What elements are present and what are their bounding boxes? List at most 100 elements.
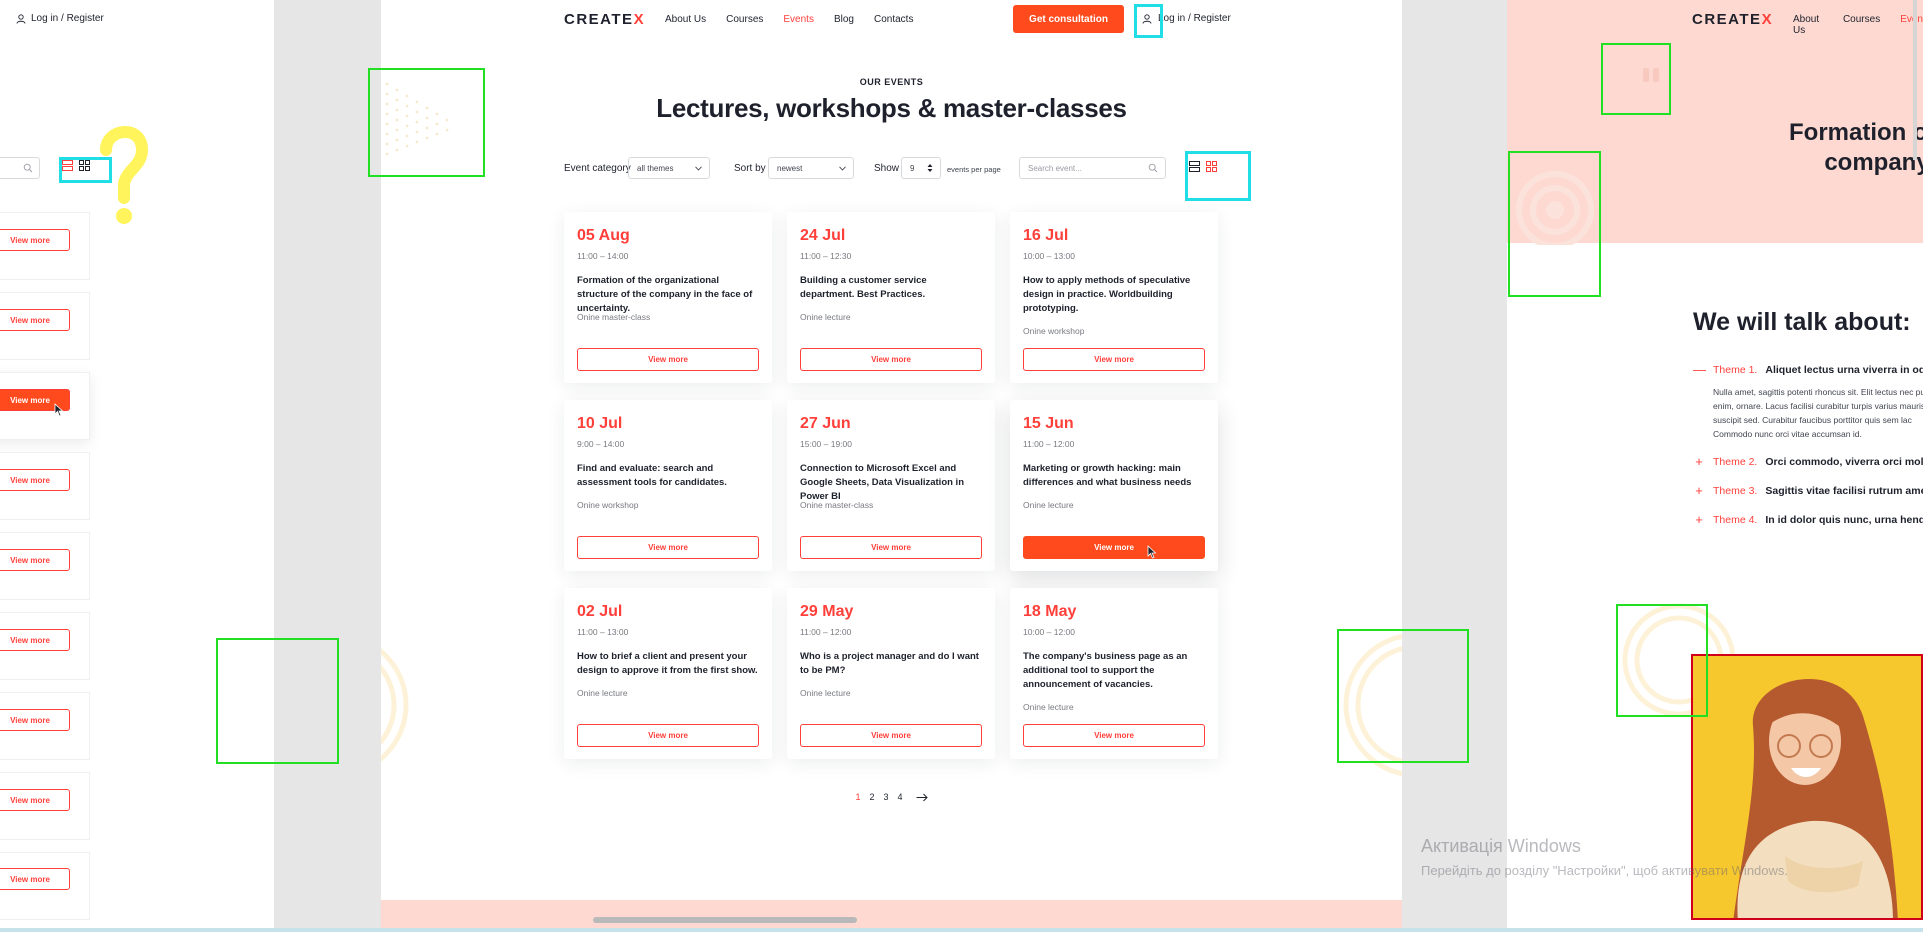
nav-courses[interactable]: Courses	[1843, 14, 1880, 36]
grid-view-icon[interactable]	[79, 160, 90, 171]
event-title: The company's business page as an additi…	[1023, 651, 1188, 690]
event-date: 16 Jul	[1023, 227, 1069, 244]
page-link[interactable]: 3	[884, 792, 889, 802]
left-gutter	[274, 0, 381, 932]
nav-events[interactable]: Even	[1900, 14, 1923, 36]
nav-courses[interactable]: Courses	[726, 14, 763, 25]
site-logo[interactable]: CREATEX	[1692, 11, 1773, 28]
left-preview-panel: Log in / Register View more View more Vi…	[0, 0, 274, 932]
page-title: Lectures, workshops & master-classes	[656, 93, 1127, 123]
theme-accordion-item[interactable]: + Theme 3. Sagittis vitae facilisi rutru…	[1693, 483, 1923, 498]
sort-select[interactable]: newest	[768, 157, 854, 179]
circle-decoration	[381, 648, 409, 762]
view-more-button[interactable]: View more	[1023, 348, 1205, 371]
event-card: 02 Jul 11:00 – 13:00 How to brief a clie…	[564, 588, 772, 759]
get-consultation-button[interactable]: Get consultation	[1013, 5, 1124, 33]
login-label: Log in / Register	[1158, 13, 1231, 24]
list-view-icon[interactable]	[62, 160, 73, 171]
category-select-value: all themes	[637, 164, 674, 173]
theme-number: Theme 4.	[1713, 513, 1758, 526]
left-view-more-button[interactable]: View more	[0, 868, 70, 890]
horizontal-scrollbar[interactable]	[593, 917, 857, 923]
right-preview-panel: CREATEX About Us Courses Even Formation …	[1507, 0, 1923, 932]
user-icon	[1142, 13, 1152, 24]
theme-title: Aliquet lectus urna viverra in odio	[1765, 363, 1923, 376]
event-type: Onine master-class	[577, 312, 651, 322]
login-link[interactable]: Log in / Register	[1142, 13, 1231, 24]
event-date: 27 Jun	[800, 415, 851, 432]
stepper-arrows-icon[interactable]	[927, 163, 933, 173]
show-filter-label: Show	[874, 163, 900, 174]
event-card: 05 Aug 11:00 – 14:00 Formation of the or…	[564, 212, 772, 383]
event-card: 18 May 10:00 – 12:00 The company's busin…	[1010, 588, 1218, 759]
theme-accordion-item[interactable]: + Theme 4. In id dolor quis nunc, urna h…	[1693, 512, 1923, 527]
event-card: 16 Jul 10:00 – 13:00 How to apply method…	[1010, 212, 1218, 383]
chevron-down-icon	[839, 166, 846, 171]
event-card: 29 May 11:00 – 12:00 Who is a project ma…	[787, 588, 995, 759]
user-icon	[16, 13, 26, 24]
nav-contacts[interactable]: Contacts	[874, 14, 913, 25]
view-toggle	[1189, 161, 1217, 172]
view-more-button[interactable]: View more	[1023, 724, 1205, 747]
event-date: 10 Jul	[577, 415, 623, 432]
event-time: 15:00 – 19:00	[800, 439, 852, 449]
page-link[interactable]: 4	[898, 792, 903, 802]
left-view-more-button[interactable]: View more	[0, 709, 70, 731]
left-view-more-button[interactable]: View more	[0, 789, 70, 811]
left-view-more-button[interactable]: View more	[0, 549, 70, 571]
nav-about-us[interactable]: About Us	[665, 14, 706, 25]
event-time: 11:00 – 13:00	[577, 627, 629, 637]
per-page-value: 9	[910, 164, 915, 173]
view-more-button[interactable]: View more	[577, 724, 759, 747]
per-page-stepper[interactable]: 9	[901, 157, 941, 179]
nav-events[interactable]: Events	[783, 14, 814, 25]
events-page: CREATEX About Us Courses Events Blog Con…	[381, 0, 1402, 932]
site-logo[interactable]: CREATEX	[564, 11, 645, 28]
grid-view-icon[interactable]	[1206, 161, 1217, 172]
theme-number: Theme 1.	[1713, 363, 1758, 376]
theme-accordion-item[interactable]: — Theme 1. Aliquet lectus urna viverra i…	[1693, 362, 1923, 377]
left-view-more-button[interactable]: View more	[0, 229, 70, 251]
windows-activation-watermark: Активація Windows Перейдіть до розділу "…	[1421, 836, 1788, 878]
event-title: Who is a project manager and do I want t…	[800, 651, 979, 676]
nav-blog[interactable]: Blog	[834, 14, 854, 25]
page-link[interactable]: 2	[869, 792, 874, 802]
logo-accent: X	[633, 11, 646, 28]
theme-accordion-item[interactable]: + Theme 2. Orci commodo, viverra orci mo…	[1693, 454, 1923, 469]
vertical-scrollbar[interactable]	[1913, 0, 1917, 160]
per-page-label: events per page	[947, 165, 1001, 174]
event-date: 02 Jul	[577, 603, 623, 620]
view-more-button[interactable]: View more	[577, 348, 759, 371]
site-header: CREATEX About Us Courses Events Blog Con…	[381, 0, 1402, 38]
event-time: 11:00 – 12:00	[800, 627, 852, 637]
left-view-more-button[interactable]: View more	[0, 469, 70, 491]
left-search-input[interactable]	[0, 157, 40, 179]
view-more-button[interactable]: View more	[800, 724, 982, 747]
event-card: 10 Jul 9:00 – 14:00 Find and evaluate: s…	[564, 400, 772, 571]
view-more-button[interactable]: View more	[577, 536, 759, 559]
left-view-more-button[interactable]: View more	[0, 309, 70, 331]
event-type: Onine master-class	[800, 500, 874, 510]
event-search-input[interactable]: Search event...	[1019, 157, 1166, 179]
view-more-button[interactable]: View more	[800, 536, 982, 559]
theme-description: Nulla amet, sagittis potenti rhoncus sit…	[1713, 387, 1923, 439]
plus-icon: +	[1695, 483, 1703, 498]
left-view-more-button[interactable]: View more	[0, 629, 70, 651]
quote-decoration	[1643, 68, 1659, 82]
page-link[interactable]: 1	[855, 792, 860, 802]
category-select[interactable]: all themes	[628, 157, 710, 179]
watermark-subtitle: Перейдіть до розділу "Настройки", щоб ак…	[1421, 863, 1789, 878]
left-login-link[interactable]: Log in / Register	[16, 13, 104, 24]
nav-about-us[interactable]: About Us	[1793, 14, 1823, 36]
right-nav: About Us Courses Even	[1793, 14, 1923, 36]
event-title: Marketing or growth hacking: main differ…	[1023, 463, 1192, 488]
list-view-icon[interactable]	[1189, 161, 1200, 172]
event-title: Building a customer service department. …	[800, 275, 927, 300]
logo-text: CREATE	[564, 11, 634, 28]
event-time: 11:00 – 12:30	[800, 251, 852, 261]
view-more-button[interactable]: View more	[800, 348, 982, 371]
arrow-right-icon[interactable]	[916, 793, 928, 802]
event-time: 10:00 – 12:00	[1023, 627, 1075, 637]
view-more-button[interactable]: View more	[1023, 536, 1205, 559]
event-date: 29 May	[800, 603, 854, 620]
